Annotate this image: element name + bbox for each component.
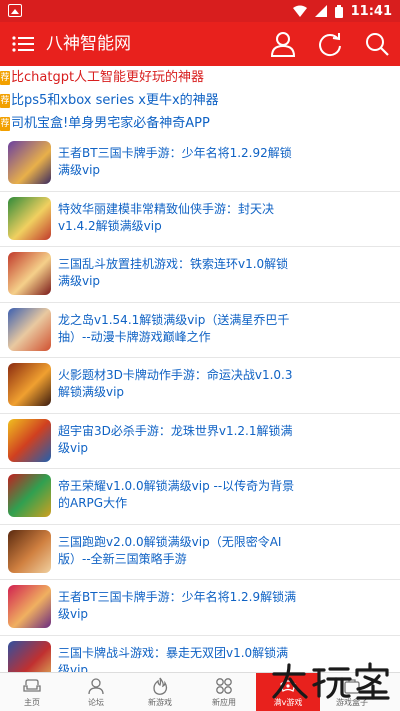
status-time: 11:41 xyxy=(350,3,392,19)
promo-text: 司机宝盒!单身男宅家必备神奇APP xyxy=(11,116,210,131)
game-thumbnail xyxy=(8,363,51,406)
nav-new-apps[interactable]: 新应用 xyxy=(192,673,256,711)
list-item[interactable]: 三国跑跑v2.0.0解锁满级vip（无限密令AI版）--全新三国策略手游 xyxy=(0,525,400,580)
game-title: 帝王荣耀v1.0.0解锁满级vip --以传奇为背景的ARPG大作 xyxy=(58,479,295,510)
app-title: 八神智能网 xyxy=(46,34,131,54)
menu-icon[interactable] xyxy=(12,34,34,54)
list-item[interactable]: 帝王荣耀v1.0.0解锁满级vip --以传奇为背景的ARPG大作 xyxy=(0,469,400,525)
grid-icon xyxy=(216,678,232,694)
game-title: 特效华丽建模非常精致仙侠手游：封天决v1.4.2解锁满级vip xyxy=(58,201,275,233)
nav-forum[interactable]: 论坛 xyxy=(64,673,128,711)
game-thumbnail xyxy=(8,307,51,351)
list-item[interactable]: 超宇宙3D必杀手游：龙珠世界v1.2.1解锁满级vip xyxy=(0,414,400,469)
app-bar: 八神智能网 xyxy=(0,22,400,66)
refresh-icon[interactable] xyxy=(317,31,343,57)
recommend-tag: 荐 xyxy=(0,93,10,108)
game-title: 龙之岛v1.54.1解锁满级vip（送满星乔巴千抽）--动漫卡牌游戏巅峰之作 xyxy=(58,312,290,344)
nav-label: 新应用 xyxy=(212,698,236,707)
promo-link[interactable]: 荐比ps5和xbox series x更牛x的神器 xyxy=(0,89,400,112)
list-item[interactable]: 龙之岛v1.54.1解锁满级vip（送满星乔巴千抽）--动漫卡牌游戏巅峰之作 xyxy=(0,303,400,358)
list-item[interactable]: 特效华丽建模非常精致仙侠手游：封天决v1.4.2解锁满级vip xyxy=(0,192,400,247)
status-bar: 11:41 xyxy=(0,0,400,22)
nav-label: 新游戏 xyxy=(148,698,172,707)
promo-link[interactable]: 荐司机宝盒!单身男宅家必备神奇APP xyxy=(0,112,400,135)
nav-label: 主页 xyxy=(24,698,40,707)
promo-link[interactable]: 荐比chatgpt人工智能更好玩的神器 xyxy=(0,66,400,89)
game-list: 王者BT三国卡牌手游：少年名将1.2.92解锁满级vip 特效华丽建模非常精致仙… xyxy=(0,136,400,672)
game-title: 王者BT三国卡牌手游：少年名将1.2.92解锁满级vip xyxy=(58,146,292,177)
search-icon[interactable] xyxy=(364,31,390,57)
gallery-notification-icon xyxy=(8,4,22,17)
game-thumbnail xyxy=(8,141,51,184)
game-thumbnail xyxy=(8,474,51,517)
recommend-tag: 荐 xyxy=(0,116,10,131)
list-item[interactable]: 火影题材3D卡牌动作手游：命运决战v1.0.3解锁满级vip xyxy=(0,358,400,414)
game-thumbnail xyxy=(8,529,51,573)
game-thumbnail xyxy=(8,418,51,462)
game-thumbnail xyxy=(8,252,51,295)
list-item[interactable]: 三国乱斗放置挂机游戏：铁索连环v1.0解锁满级vip xyxy=(0,247,400,303)
promo-text: 比ps5和xbox series x更牛x的神器 xyxy=(11,93,219,108)
wifi-icon xyxy=(292,5,307,17)
game-thumbnail xyxy=(8,585,51,628)
game-title: 超宇宙3D必杀手游：龙珠世界v1.2.1解锁满级vip xyxy=(58,423,293,455)
nav-new-games[interactable]: 新游戏 xyxy=(128,673,192,711)
battery-icon xyxy=(334,4,343,18)
game-title: 三国乱斗放置挂机游戏：铁索连环v1.0解锁满级vip xyxy=(58,257,289,288)
promo-list: 荐比chatgpt人工智能更好玩的神器 荐比ps5和xbox series x更… xyxy=(0,66,400,136)
user-icon[interactable] xyxy=(270,31,296,57)
game-thumbnail xyxy=(8,640,51,672)
sofa-icon xyxy=(23,679,41,692)
status-right: 11:41 xyxy=(292,0,392,22)
recommend-tag: 荐 xyxy=(0,70,10,85)
game-title: 三国卡牌战斗游戏：暴走无双团v1.0解锁满级vip xyxy=(58,645,289,673)
game-title: 三国跑跑v2.0.0解锁满级vip（无限密令AI版）--全新三国策略手游 xyxy=(58,534,282,566)
list-item[interactable]: 王者BT三国卡牌手游：少年名将1.2.9解锁满级vip xyxy=(0,580,400,636)
list-item[interactable]: 王者BT三国卡牌手游：少年名将1.2.92解锁满级vip xyxy=(0,136,400,192)
game-title: 王者BT三国卡牌手游：少年名将1.2.9解锁满级vip xyxy=(58,590,297,621)
nav-label: 论坛 xyxy=(88,698,104,707)
flame-icon xyxy=(153,677,168,695)
signal-icon xyxy=(314,5,327,17)
watermark-logo xyxy=(272,662,390,700)
game-title: 火影题材3D卡牌动作手游：命运决战v1.0.3解锁满级vip xyxy=(58,368,293,399)
game-thumbnail xyxy=(8,196,51,240)
nav-home[interactable]: 主页 xyxy=(0,673,64,711)
promo-text: 比chatgpt人工智能更好玩的神器 xyxy=(11,70,205,85)
user-icon xyxy=(88,678,104,695)
